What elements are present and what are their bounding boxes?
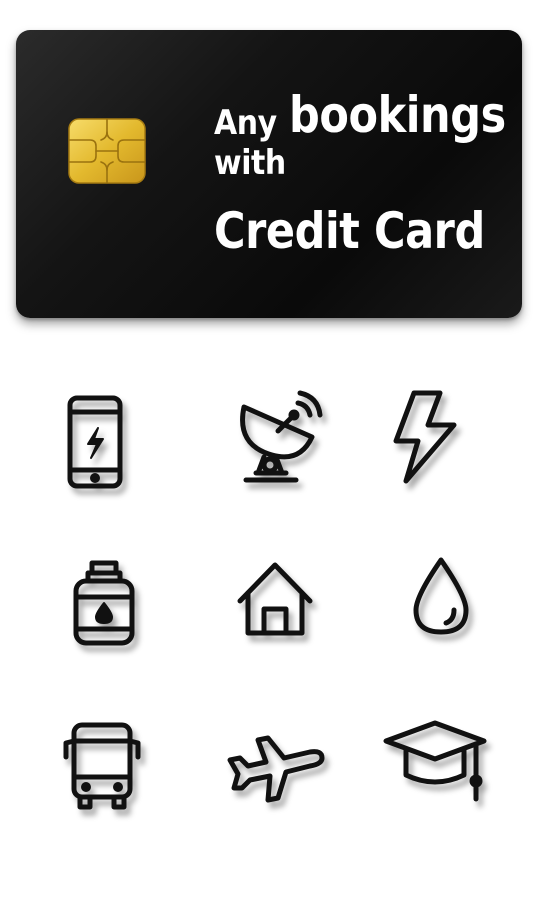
graduation-cap-icon[interactable] <box>380 713 490 823</box>
gas-cylinder-icon[interactable] <box>48 555 158 665</box>
headline-credit-card: Credit Card <box>214 202 485 260</box>
bus-icon[interactable] <box>46 715 156 825</box>
house-icon[interactable] <box>220 553 330 663</box>
satellite-dish-icon[interactable] <box>222 385 332 495</box>
credit-card-banner: Any bookings with Credit Card <box>16 30 522 318</box>
airplane-icon[interactable] <box>222 712 332 822</box>
phone-recharge-icon[interactable] <box>40 388 150 498</box>
headline-bookings: bookings <box>289 86 506 144</box>
headline-with: with <box>214 143 286 183</box>
lightning-bolt-icon[interactable] <box>372 385 482 495</box>
card-headline: Any bookings with Credit Card <box>214 72 540 256</box>
card-chip-icon <box>68 118 146 184</box>
water-drop-icon[interactable] <box>386 548 496 658</box>
headline-any: Any <box>214 103 277 143</box>
